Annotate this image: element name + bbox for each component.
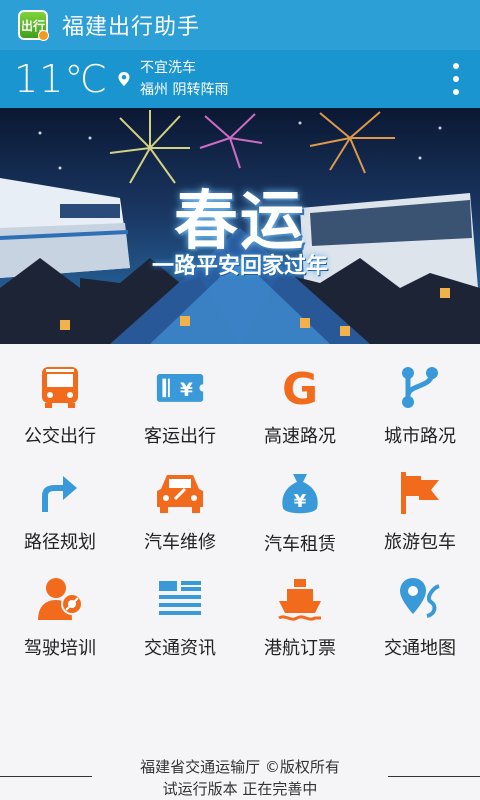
svg-text:¥: ¥ bbox=[180, 380, 193, 401]
app-titlebar: 出行 福建出行助手 bbox=[0, 0, 480, 50]
menu-item-car-rental[interactable]: ¥ 汽车租赁 bbox=[240, 450, 360, 555]
money-bag-icon: ¥ bbox=[275, 470, 325, 518]
svg-text:¥: ¥ bbox=[294, 491, 307, 512]
menu-label: 公交出行 bbox=[24, 426, 96, 447]
menu-label: 高速路况 bbox=[264, 426, 336, 447]
menu-label: 汽车租赁 bbox=[264, 534, 336, 555]
menu-item-driving-school[interactable]: 驾驶培训 bbox=[0, 556, 120, 660]
bus-icon bbox=[35, 364, 85, 410]
footer-copyright: 福建省交通运输厅 ©版权所有 bbox=[140, 758, 340, 776]
svg-text:G: G bbox=[282, 364, 318, 410]
map-pin-icon bbox=[395, 576, 445, 622]
route-arrow-icon bbox=[35, 470, 85, 516]
more-menu-icon[interactable] bbox=[450, 63, 462, 95]
menu-label: 旅游包车 bbox=[384, 532, 456, 553]
menu-item-ferry-ticket[interactable]: 港航订票 bbox=[240, 556, 360, 660]
menu-item-traffic-map[interactable]: 交通地图 bbox=[360, 556, 480, 660]
news-icon bbox=[155, 576, 205, 622]
menu-label: 客运出行 bbox=[144, 426, 216, 447]
menu-label: 城市路况 bbox=[384, 426, 456, 447]
car-repair-icon bbox=[155, 470, 205, 516]
menu-label: 港航订票 bbox=[264, 638, 336, 659]
ticket-icon: ¥ bbox=[155, 364, 205, 410]
menu-item-tour-charter[interactable]: 旅游包车 bbox=[360, 450, 480, 554]
app-logo: 出行 bbox=[18, 10, 49, 41]
menu-item-car-repair[interactable]: 汽车维修 bbox=[120, 450, 240, 554]
city-name: 福州 bbox=[140, 82, 169, 98]
weather-location: 福州 阴转阵雨 bbox=[140, 79, 228, 101]
function-grid: 公交出行 ¥ 客运出行 G 高速路况 城市路况 路径规划 汽车维修 ¥ 汽车租赁… bbox=[0, 344, 480, 664]
menu-item-bus[interactable]: 公交出行 bbox=[0, 344, 120, 448]
menu-label: 汽车维修 bbox=[144, 532, 216, 553]
route-branch-icon bbox=[395, 364, 445, 410]
footer-version-note: 试运行版本 正在完善中 bbox=[162, 780, 318, 798]
flag-icon bbox=[395, 470, 445, 516]
app-title: 福建出行助手 bbox=[62, 15, 201, 40]
menu-label: 交通地图 bbox=[384, 638, 456, 659]
ship-icon bbox=[275, 576, 325, 622]
location-pin-icon bbox=[118, 72, 130, 86]
menu-label: 路径规划 bbox=[24, 532, 96, 553]
temperature: 11℃ bbox=[14, 57, 109, 101]
instructor-icon bbox=[35, 576, 85, 622]
weather-advice: 不宜洗车 bbox=[140, 60, 197, 76]
banner-subtitle: 一路平安回家过年 bbox=[151, 254, 328, 279]
logo-dot bbox=[38, 30, 49, 41]
highway-g-icon: G bbox=[275, 364, 325, 410]
weather-bar[interactable]: 11℃ 不宜洗车 福州 阴转阵雨 bbox=[0, 50, 480, 108]
weather-info: 不宜洗车 福州 阴转阵雨 bbox=[140, 57, 228, 101]
menu-item-traffic-news[interactable]: 交通资讯 bbox=[120, 556, 240, 660]
menu-item-coach[interactable]: ¥ 客运出行 bbox=[120, 344, 240, 448]
promo-banner[interactable]: 春运 一路平安回家过年 bbox=[0, 108, 480, 344]
menu-label: 交通资讯 bbox=[144, 638, 216, 659]
menu-item-highway[interactable]: G 高速路况 bbox=[240, 344, 360, 448]
menu-item-route-plan[interactable]: 路径规划 bbox=[0, 450, 120, 554]
menu-item-city-traffic[interactable]: 城市路况 bbox=[360, 344, 480, 448]
weather-condition: 阴转阵雨 bbox=[172, 82, 229, 98]
menu-label: 驾驶培训 bbox=[24, 638, 96, 659]
